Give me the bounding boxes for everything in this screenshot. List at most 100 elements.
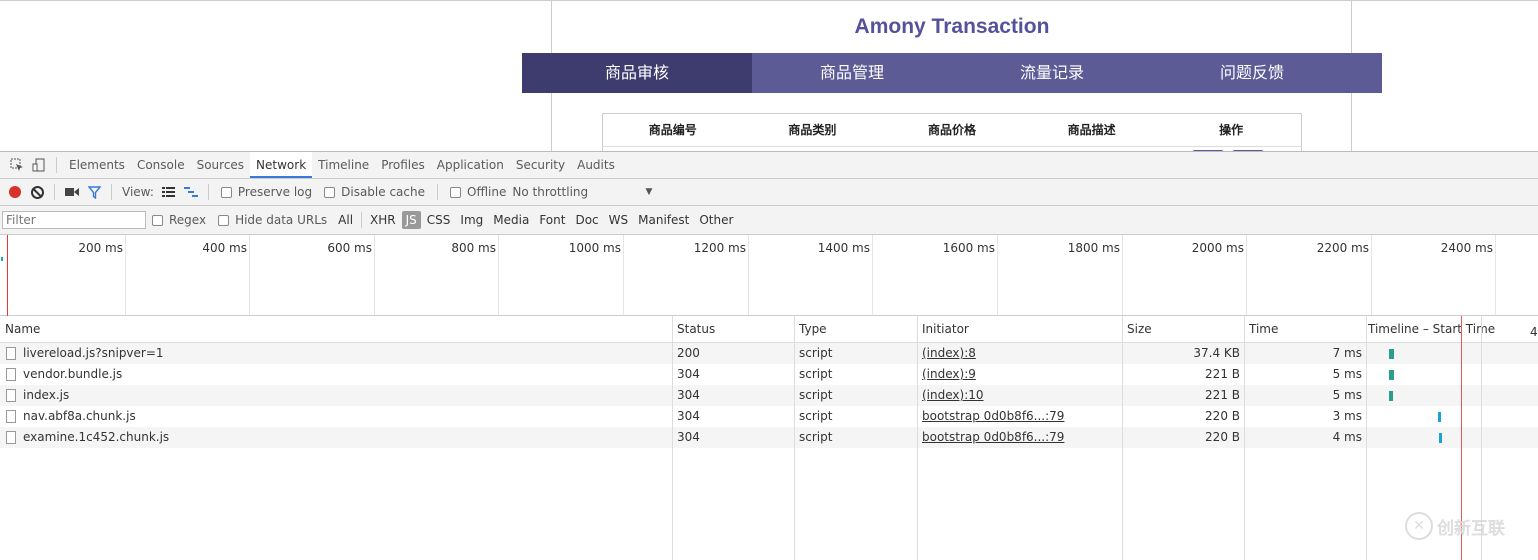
list-view-icon [162, 186, 176, 197]
filter-type-manifest[interactable]: Manifest [634, 211, 693, 229]
table-row[interactable]: livereload.js?snipver=1 200 script (inde… [0, 343, 1538, 364]
filter-toggle-button[interactable] [83, 181, 105, 203]
request-time: 7 ms [1332, 346, 1362, 360]
tab-elements[interactable]: Elements [63, 152, 131, 178]
column-divider[interactable] [1244, 316, 1245, 560]
request-initiator-link[interactable]: bootstrap 0d0b8f6...:79 [922, 406, 1064, 427]
request-initiator-link[interactable]: (index):9 [922, 364, 976, 385]
request-name[interactable]: nav.abf8a.chunk.js [23, 406, 136, 427]
preserve-log-checkbox[interactable] [220, 186, 232, 198]
column-divider[interactable] [794, 316, 795, 560]
tab-network[interactable]: Network [250, 152, 313, 178]
clear-button[interactable] [26, 181, 48, 203]
filter-type-other[interactable]: Other [695, 211, 737, 229]
watermark-logo: ✕ 创新互联 [1405, 512, 1505, 540]
col-header-size[interactable]: Size [1127, 316, 1152, 343]
table-row[interactable]: nav.abf8a.chunk.js 304 script bootstrap … [0, 406, 1538, 427]
overview-tick-label: 600 ms [327, 241, 372, 255]
large-rows-button[interactable] [158, 181, 180, 203]
watermark-icon: ✕ [1405, 512, 1433, 540]
waterfall-bar [1439, 433, 1442, 443]
filter-type-xhr[interactable]: XHR [366, 211, 400, 229]
view-label: View: [122, 185, 154, 199]
column-divider[interactable] [1122, 316, 1123, 560]
regex-checkbox[interactable] [152, 214, 163, 226]
table-header-row: 商品编号 商品类别 商品价格 商品描述 操作 [603, 114, 1301, 147]
filter-type-css[interactable]: CSS [423, 211, 455, 229]
tab-security[interactable]: Security [510, 152, 571, 178]
overview-tick-label: 800 ms [451, 241, 496, 255]
col-header-type[interactable]: Type [799, 316, 827, 343]
record-button[interactable] [4, 181, 26, 203]
nav-item-feedback[interactable]: 问题反馈 [1152, 53, 1352, 93]
filter-type-font[interactable]: Font [535, 211, 569, 229]
column-divider[interactable] [917, 316, 918, 560]
overview-tick-label: 1000 ms [568, 241, 621, 255]
overview-gridline [125, 235, 126, 315]
nav-item-review[interactable]: 商品审核 [522, 53, 752, 93]
table-row[interactable]: examine.1c452.chunk.js 304 script bootst… [0, 427, 1538, 448]
filter-type-img[interactable]: Img [456, 211, 487, 229]
filter-type-all[interactable]: All [334, 211, 357, 229]
filter-type-media[interactable]: Media [489, 211, 533, 229]
filter-type-ws[interactable]: WS [605, 211, 632, 229]
timeline-overview[interactable]: 200 ms 400 ms 600 ms 800 ms 1000 ms 1200… [0, 235, 1538, 316]
tab-timeline[interactable]: Timeline [312, 152, 375, 178]
inspect-element-icon[interactable] [6, 154, 28, 176]
tab-sources[interactable]: Sources [191, 152, 250, 178]
watermark-text: 创新互联 [1437, 518, 1505, 539]
tab-audits[interactable]: Audits [571, 152, 621, 178]
offline-checkbox[interactable] [450, 186, 461, 198]
column-divider[interactable] [672, 316, 673, 560]
request-time: 4 ms [1332, 430, 1362, 444]
regex-label: Regex [169, 213, 207, 227]
request-name[interactable]: livereload.js?snipver=1 [23, 343, 164, 364]
request-initiator-link[interactable]: (index):8 [922, 343, 976, 364]
request-name[interactable]: examine.1c452.chunk.js [23, 427, 169, 448]
table-row[interactable]: vendor.bundle.js 304 script (index):9 22… [0, 364, 1538, 385]
request-initiator-link[interactable]: bootstrap 0d0b8f6...:79 [922, 427, 1064, 448]
disable-cache-checkbox[interactable] [324, 186, 336, 198]
col-header-initiator[interactable]: Initiator [922, 316, 969, 343]
overview-tick-label: 2000 ms [1191, 241, 1244, 255]
waterfall-bar [1389, 349, 1394, 359]
tab-application[interactable]: Application [431, 152, 510, 178]
capture-screenshots-button[interactable] [61, 181, 83, 203]
device-mode-icon[interactable] [28, 154, 50, 176]
nav-item-manage[interactable]: 商品管理 [752, 53, 952, 93]
overview-gridline [1246, 235, 1247, 315]
hide-data-urls-checkbox[interactable] [218, 214, 230, 226]
request-name[interactable]: vendor.bundle.js [23, 364, 122, 385]
filter-input[interactable] [2, 211, 146, 229]
filter-type-js[interactable]: JS [401, 211, 421, 229]
disable-cache-label: Disable cache [341, 185, 425, 199]
tab-console[interactable]: Console [131, 152, 191, 178]
overview-tick-label: 400 ms [202, 241, 247, 255]
col-header-status[interactable]: Status [677, 316, 715, 343]
col-header-category: 商品类别 [788, 123, 837, 137]
request-name[interactable]: index.js [23, 385, 69, 406]
filter-icon [87, 185, 101, 199]
column-divider[interactable] [1366, 316, 1367, 560]
toolbar-divider [54, 184, 55, 200]
filter-type-doc[interactable]: Doc [571, 211, 602, 229]
throttling-select[interactable]: No throttling ▼ [512, 185, 652, 199]
overview-tick-label: 2200 ms [1316, 241, 1369, 255]
request-size: 37.4 KB [1193, 346, 1240, 360]
request-type: script [799, 430, 833, 444]
col-header-name[interactable]: Name [5, 316, 40, 343]
devtools-panel: Elements Console Sources Network Timelin… [0, 151, 1538, 560]
request-initiator-link[interactable]: (index):10 [922, 385, 984, 406]
overview-gridline [748, 235, 749, 315]
waterfall-icon [183, 186, 198, 197]
col-header-time[interactable]: Time [1249, 316, 1278, 343]
tab-profiles[interactable]: Profiles [375, 152, 431, 178]
col-header-timeline[interactable]: Timeline – Start Time [1368, 316, 1495, 343]
table-row[interactable]: index.js 304 script (index):10 221 B 5 m… [0, 385, 1538, 406]
nav-item-traffic[interactable]: 流量记录 [952, 53, 1152, 93]
col-header-id: 商品编号 [648, 123, 697, 137]
overview-toggle-button[interactable] [180, 181, 202, 203]
request-type: script [799, 367, 833, 381]
col-header-action: 操作 [1219, 123, 1244, 137]
filter-bar: Regex Hide data URLs All XHR JS CSS Img … [0, 206, 1538, 235]
